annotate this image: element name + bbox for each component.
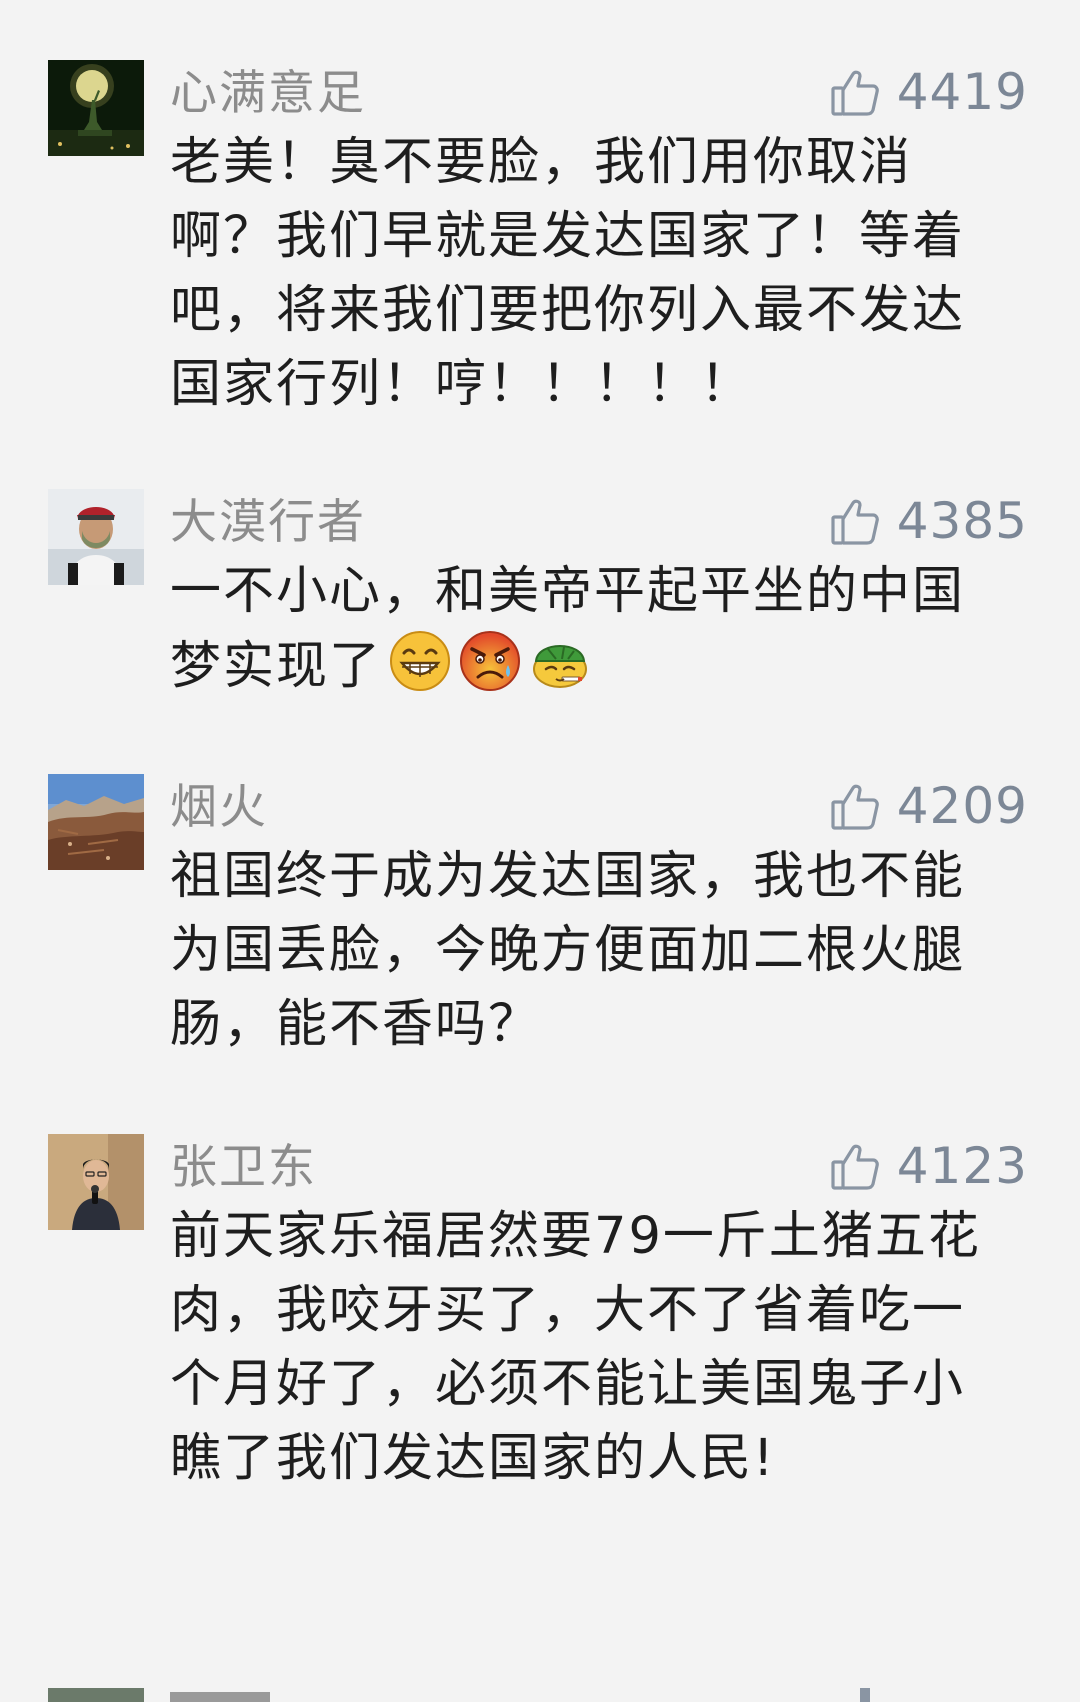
like-count: 4419 xyxy=(896,63,1028,121)
avatar[interactable] xyxy=(48,1134,144,1230)
cyclist-avatar-image xyxy=(48,489,144,585)
avatar[interactable] xyxy=(48,60,144,156)
like-button[interactable]: 4385 xyxy=(829,489,1028,553)
like-count: 4385 xyxy=(896,492,1028,550)
next-comment-partial xyxy=(0,1688,1080,1702)
statue-of-liberty-avatar-image xyxy=(48,60,144,156)
avatar[interactable] xyxy=(48,774,144,870)
username[interactable]: 心满意足 xyxy=(170,62,366,126)
thumbs-up-icon xyxy=(829,66,881,118)
thumbs-up-icon xyxy=(860,1688,870,1702)
thumbs-up-icon xyxy=(829,495,881,547)
avatar[interactable] xyxy=(48,1688,144,1702)
like-count: 4123 xyxy=(896,1137,1028,1195)
landscape-avatar-image xyxy=(48,774,144,870)
man-microphone-avatar-image xyxy=(48,1134,144,1230)
avatar[interactable] xyxy=(48,489,144,585)
like-button[interactable]: 4123 xyxy=(829,1134,1028,1198)
comment-text: 前天家乐福居然要79一斤土猪五花肉，我咬牙买了，大不了省着吃一个月好了，必须不能… xyxy=(170,1207,981,1488)
comment-text: 祖国终于成为发达国家，我也不能为国丢脸，今晚方便面加二根火腿肠，能不香吗？ xyxy=(170,847,966,1054)
username-partial xyxy=(170,1692,270,1702)
username[interactable]: 烟火 xyxy=(170,776,268,840)
comment-text: 一不小心，和美帝平起平坐的中国梦实现了 xyxy=(170,555,1010,704)
like-button[interactable]: 4209 xyxy=(829,774,1028,838)
username[interactable]: 张卫东 xyxy=(170,1136,317,1200)
like-count: 4209 xyxy=(896,777,1028,835)
thumbs-up-icon xyxy=(829,780,881,832)
grin-emoji xyxy=(388,629,452,693)
comment-text: 老美！臭不要脸，我们用你取消啊？我们早就是发达国家了！等着吧，将来我们要把你列入… xyxy=(170,133,966,414)
angry-sweat-emoji xyxy=(458,629,522,693)
username[interactable]: 大漠行者 xyxy=(170,491,366,555)
turtle-smoking-emoji xyxy=(528,629,592,693)
like-button[interactable]: 4419 xyxy=(829,60,1028,124)
thumbs-up-icon xyxy=(829,1140,881,1192)
